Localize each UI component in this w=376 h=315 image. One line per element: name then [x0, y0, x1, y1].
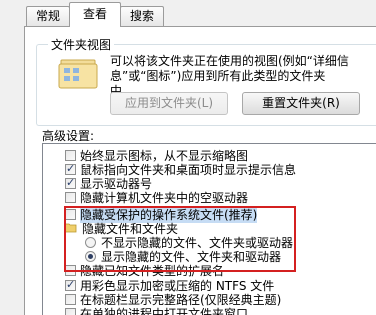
advanced-settings-tree[interactable]: 始终显示图标，从不显示缩略图 鼠标指向文件夹和桌面项时显示提示信息 显示驱动器号… [42, 143, 376, 315]
dialog-left-edge [0, 0, 24, 315]
folder-icon [58, 59, 98, 89]
tab-search[interactable]: 搜索 [120, 6, 164, 26]
checkbox[interactable] [65, 191, 76, 203]
checkbox[interactable] [65, 176, 76, 189]
list-item[interactable]: 在单独的进程中打开文件夹窗口 [65, 306, 248, 315]
reset-folders-button[interactable]: 重置文件夹(R) [242, 92, 360, 115]
radio-button[interactable] [85, 250, 96, 262]
advanced-settings-label: 高级设置: [42, 129, 95, 143]
checkbox[interactable] [65, 278, 76, 291]
radio-button[interactable] [85, 236, 96, 248]
tab-strip: 常规 查看 搜索 [0, 0, 376, 27]
item-label: 在单独的进程中打开文件夹窗口 [80, 306, 249, 315]
description-line-2: 息”或“图标”)应用到所有此类型的文件夹 [110, 69, 326, 83]
tab-view[interactable]: 查看 [69, 2, 121, 27]
tab-general[interactable]: 常规 [26, 6, 70, 26]
checkbox[interactable] [65, 264, 76, 276]
checkbox[interactable] [65, 208, 76, 220]
folder-views-title: 文件夹视图 [48, 36, 115, 53]
checkbox[interactable] [65, 149, 76, 161]
description-line-1: 可以将该文件夹正在使用的视图(例如“详细信 [110, 54, 349, 68]
apply-to-folders-button[interactable]: 应用到文件夹(L) [110, 92, 228, 115]
checkbox[interactable] [65, 293, 76, 305]
folder-icon [65, 223, 77, 233]
list-item[interactable]: 隐藏已知文件类型的扩展名 [65, 263, 224, 278]
list-item[interactable]: 隐藏计算机文件夹中的空驱动器 [65, 190, 249, 205]
checkbox[interactable] [65, 307, 76, 315]
item-label: 隐藏计算机文件夹中的空驱动器 [80, 190, 249, 205]
checkbox[interactable] [65, 162, 76, 175]
